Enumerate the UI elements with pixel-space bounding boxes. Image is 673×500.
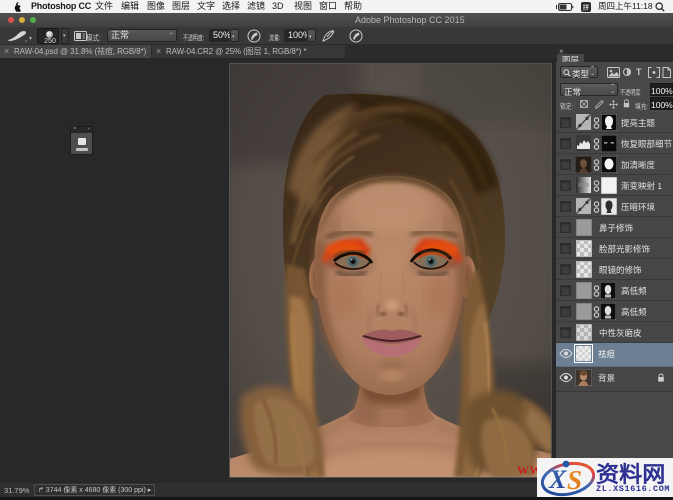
- svg-text:拼: 拼: [583, 3, 590, 12]
- svg-text:X: X: [548, 465, 567, 494]
- svg-text:S: S: [567, 465, 582, 495]
